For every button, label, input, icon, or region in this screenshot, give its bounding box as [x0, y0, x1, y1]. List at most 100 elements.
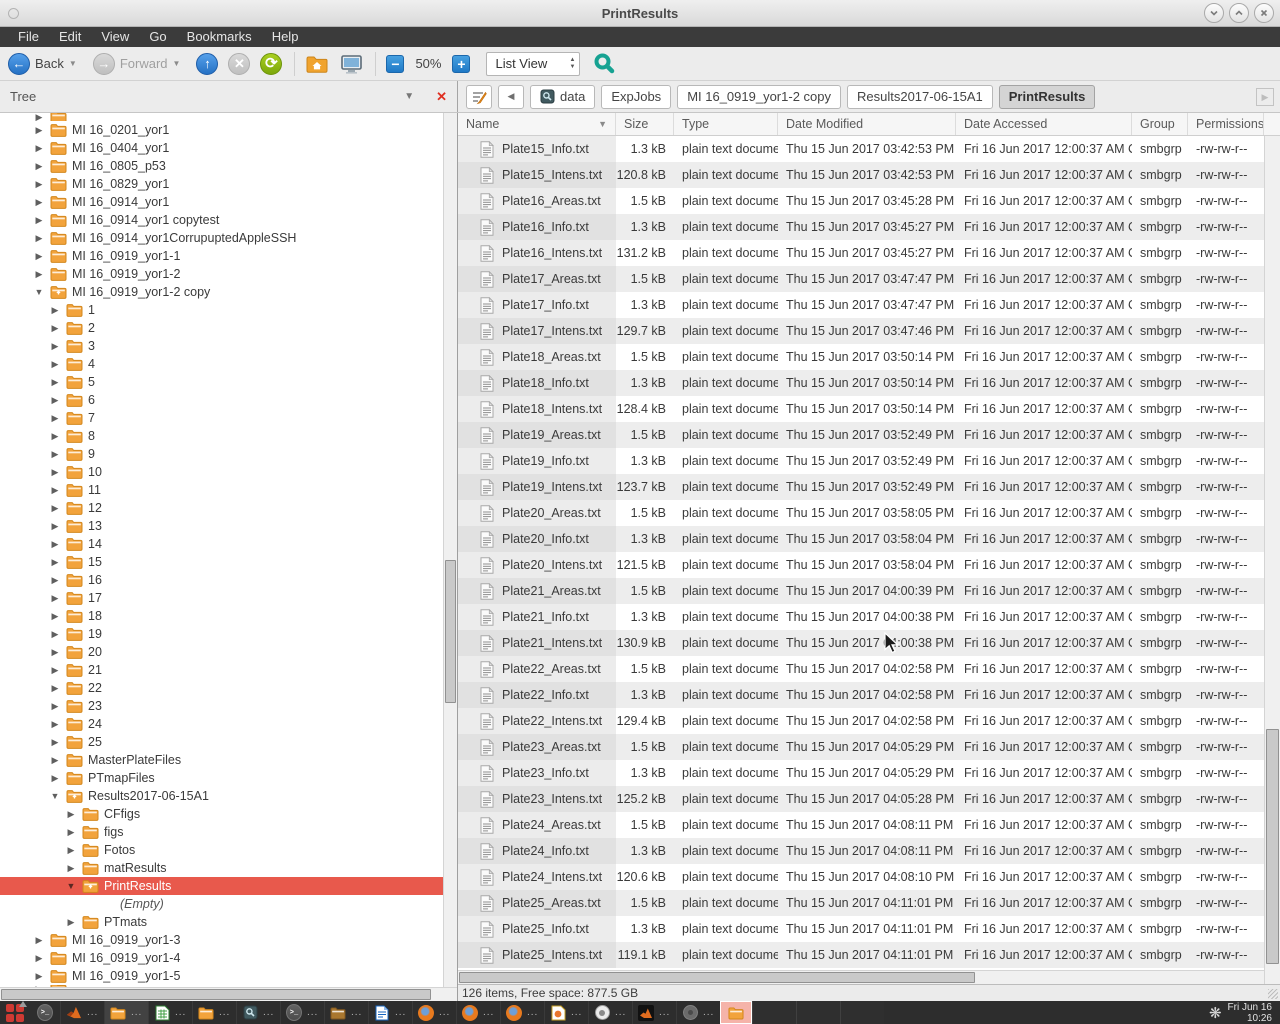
table-row[interactable]: Plate22_Info.txt1.3 kBplain text documen…	[458, 682, 1264, 708]
table-row[interactable]: Plate17_Intens.txt129.7 kBplain text doc…	[458, 318, 1264, 344]
tree-vertical-scrollbar-thumb[interactable]	[445, 560, 456, 703]
column-header-name[interactable]: Name▼	[458, 113, 616, 135]
side-panel-close-icon[interactable]: ✕	[436, 89, 447, 105]
tree-item-masterplatefiles[interactable]: ▶MasterPlateFiles	[0, 751, 444, 769]
tree-item-mi-16-0919-yor1-5[interactable]: ▶MI 16_0919_yor1-5	[0, 967, 444, 985]
table-row[interactable]: Plate16_Areas.txt1.5 kBplain text docume…	[458, 188, 1264, 214]
taskbar-window-button[interactable]: ...	[192, 1001, 236, 1024]
breadcrumb-item-data[interactable]: data	[530, 85, 595, 109]
table-row[interactable]: Plate24_Info.txt1.3 kBplain text documen…	[458, 838, 1264, 864]
tree-item-23[interactable]: ▶23	[0, 697, 444, 715]
expander-closed-icon[interactable]: ▶	[33, 143, 45, 154]
tree-item-mi-16-0914-yor1corrupuptedapplessh[interactable]: ▶MI 16_0914_yor1CorrupuptedAppleSSH	[0, 229, 444, 247]
table-row[interactable]: Plate23_Intens.txt125.2 kBplain text doc…	[458, 786, 1264, 812]
table-row[interactable]: Plate21_Areas.txt1.5 kBplain text docume…	[458, 578, 1264, 604]
back-button[interactable]: ← Back ▼	[8, 53, 77, 75]
search-button[interactable]	[592, 52, 616, 76]
view-mode-select[interactable]: List View ▲▼	[486, 52, 580, 76]
tree-item-8[interactable]: ▶8	[0, 427, 444, 445]
table-row[interactable]: Plate20_Areas.txt1.5 kBplain text docume…	[458, 500, 1264, 526]
expander-closed-icon[interactable]: ▶	[49, 359, 61, 370]
expander-closed-icon[interactable]: ▶	[49, 413, 61, 424]
tree-item-cffigs[interactable]: ▶CFfigs	[0, 805, 444, 823]
list-vertical-scrollbar-thumb[interactable]	[1266, 729, 1279, 964]
expander-closed-icon[interactable]: ▶	[49, 305, 61, 316]
tree-item-24[interactable]: ▶24	[0, 715, 444, 733]
tree-item-mi-16-0914-yor1[interactable]: ▶MI 16_0914_yor1	[0, 193, 444, 211]
tree-item[interactable]: ▶	[0, 113, 444, 121]
menu-file[interactable]: File	[8, 27, 49, 47]
breadcrumb-item-mi-16-0919-yor1-2-copy[interactable]: MI 16_0919_yor1-2 copy	[677, 85, 841, 109]
zoom-out-button[interactable]: −	[386, 55, 404, 73]
tree-item-13[interactable]: ▶13	[0, 517, 444, 535]
tree-item-17[interactable]: ▶17	[0, 589, 444, 607]
breadcrumb-item-results2017-06-15a1[interactable]: Results2017-06-15A1	[847, 85, 993, 109]
column-header-size[interactable]: Size	[616, 113, 674, 135]
expander-closed-icon[interactable]: ▶	[33, 215, 45, 226]
tree-item-mi-16-0404-yor1[interactable]: ▶MI 16_0404_yor1	[0, 139, 444, 157]
breadcrumb-scroll-left-button[interactable]: ◀	[498, 85, 524, 109]
tree-item-15[interactable]: ▶15	[0, 553, 444, 571]
taskbar-window-button[interactable]: ...	[412, 1001, 456, 1024]
tree-item-16[interactable]: ▶16	[0, 571, 444, 589]
tree-item-6[interactable]: ▶6	[0, 391, 444, 409]
expander-closed-icon[interactable]: ▶	[49, 575, 61, 586]
table-row[interactable]: Plate20_Info.txt1.3 kBplain text documen…	[458, 526, 1264, 552]
expander-closed-icon[interactable]: ▶	[65, 827, 77, 838]
tree-item-results2017-06-15a1[interactable]: ▼Results2017-06-15A1	[0, 787, 444, 805]
tree-item-10[interactable]: ▶10	[0, 463, 444, 481]
tree-item-18[interactable]: ▶18	[0, 607, 444, 625]
expander-closed-icon[interactable]: ▶	[49, 719, 61, 730]
expander-open-icon[interactable]: ▼	[65, 881, 77, 891]
tree-item-25[interactable]: ▶25	[0, 733, 444, 751]
tree-item-12[interactable]: ▶12	[0, 499, 444, 517]
table-row[interactable]: Plate18_Areas.txt1.5 kBplain text docume…	[458, 344, 1264, 370]
breadcrumb-item-printresults[interactable]: PrintResults	[999, 85, 1096, 109]
resize-grip[interactable]	[1268, 989, 1278, 999]
column-header-type[interactable]: Type	[674, 113, 778, 135]
maximize-button[interactable]	[1229, 3, 1249, 23]
up-button[interactable]: ↑	[196, 53, 218, 75]
back-dropdown-icon[interactable]: ▼	[69, 59, 77, 68]
tree-item--empty-[interactable]: (Empty)	[0, 895, 444, 913]
expander-closed-icon[interactable]: ▶	[49, 665, 61, 676]
taskbar-window-button[interactable]: ...	[632, 1001, 676, 1024]
expander-closed-icon[interactable]: ▶	[33, 161, 45, 172]
taskbar-window-button[interactable]: ...	[104, 1001, 148, 1024]
expander-closed-icon[interactable]: ▶	[49, 737, 61, 748]
tree-item-mi-16-0919-yor1-2-copy[interactable]: ▼MI 16_0919_yor1-2 copy	[0, 283, 444, 301]
taskbar-window-button[interactable]: ...	[324, 1001, 368, 1024]
tree-item-figs[interactable]: ▶figs	[0, 823, 444, 841]
tree-item-22[interactable]: ▶22	[0, 679, 444, 697]
close-button[interactable]	[1254, 3, 1274, 23]
tree-item-21[interactable]: ▶21	[0, 661, 444, 679]
table-row[interactable]: Plate23_Areas.txt1.5 kBplain text docume…	[458, 734, 1264, 760]
expander-closed-icon[interactable]: ▶	[49, 485, 61, 496]
expander-closed-icon[interactable]: ▶	[49, 431, 61, 442]
table-row[interactable]: Plate18_Intens.txt128.4 kBplain text doc…	[458, 396, 1264, 422]
tree-item-20[interactable]: ▶20	[0, 643, 444, 661]
expander-closed-icon[interactable]: ▶	[33, 251, 45, 262]
tree-item-mi-16-0914-yor1-copytest[interactable]: ▶MI 16_0914_yor1 copytest	[0, 211, 444, 229]
expander-open-icon[interactable]: ▼	[49, 791, 61, 801]
expander-closed-icon[interactable]: ▶	[33, 233, 45, 244]
column-header-date-modified[interactable]: Date Modified	[778, 113, 956, 135]
tree-item-printresults[interactable]: ▼PrintResults	[0, 877, 444, 895]
tree-item-4[interactable]: ▶4	[0, 355, 444, 373]
tree-item-ptmapfiles[interactable]: ▶PTmapFiles	[0, 769, 444, 787]
forward-dropdown-icon[interactable]: ▼	[173, 59, 181, 68]
expander-open-icon[interactable]: ▼	[33, 287, 45, 297]
tree-vertical-scrollbar[interactable]	[443, 113, 457, 987]
expander-closed-icon[interactable]: ▶	[49, 701, 61, 712]
taskbar-window-button[interactable]: ...	[60, 1001, 104, 1024]
table-row[interactable]: Plate15_Intens.txt120.8 kBplain text doc…	[458, 162, 1264, 188]
table-row[interactable]: Plate19_Intens.txt123.7 kBplain text doc…	[458, 474, 1264, 500]
expander-closed-icon[interactable]: ▶	[33, 953, 45, 964]
taskbar-window-button[interactable]: ...	[148, 1001, 192, 1024]
home-button[interactable]	[305, 54, 329, 74]
expander-closed-icon[interactable]: ▶	[49, 341, 61, 352]
tree-item-19[interactable]: ▶19	[0, 625, 444, 643]
column-header-date-accessed[interactable]: Date Accessed	[956, 113, 1132, 135]
list-vertical-scrollbar[interactable]	[1264, 136, 1280, 987]
expander-closed-icon[interactable]: ▶	[49, 611, 61, 622]
